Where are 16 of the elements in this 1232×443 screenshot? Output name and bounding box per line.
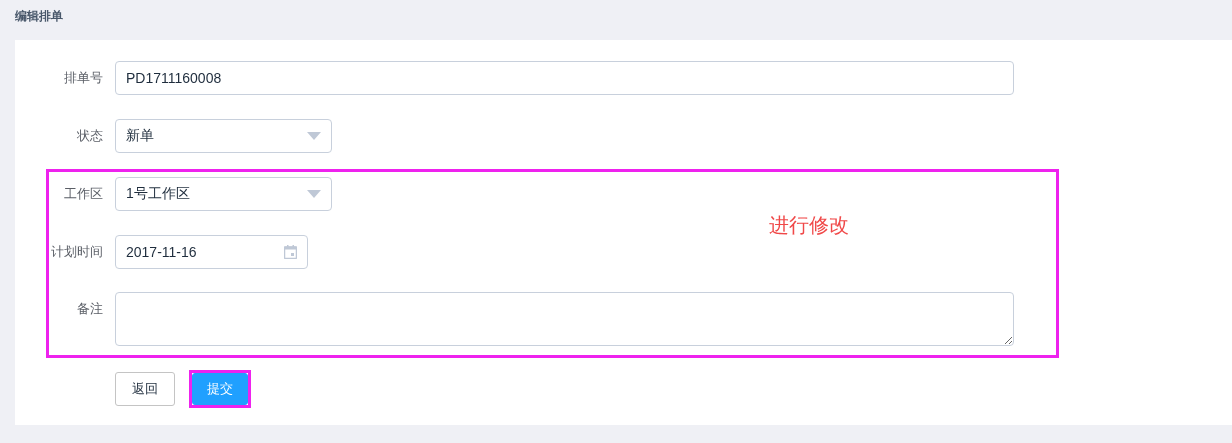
- calendar-icon: [284, 245, 297, 259]
- field-label: 备注: [76, 300, 103, 318]
- field-label: 工作区: [63, 185, 103, 203]
- notes-field[interactable]: [115, 292, 1014, 346]
- select-field[interactable]: 1号工作区: [115, 177, 332, 211]
- annotation-text: 进行修改: [769, 213, 849, 238]
- field-label: 状态: [76, 127, 103, 145]
- caret-icon: [307, 190, 321, 198]
- field-label: 排单号: [63, 69, 103, 87]
- caret-icon: [307, 132, 321, 140]
- select-field[interactable]: 新单: [115, 119, 332, 153]
- date-field[interactable]: 2017-11-16: [115, 235, 308, 269]
- field-label: 计划时间: [50, 243, 103, 261]
- text-field[interactable]: PD1711160008: [115, 61, 1014, 95]
- back-button[interactable]: 返回: [115, 372, 175, 406]
- page-title: 编辑排单: [14, 8, 64, 25]
